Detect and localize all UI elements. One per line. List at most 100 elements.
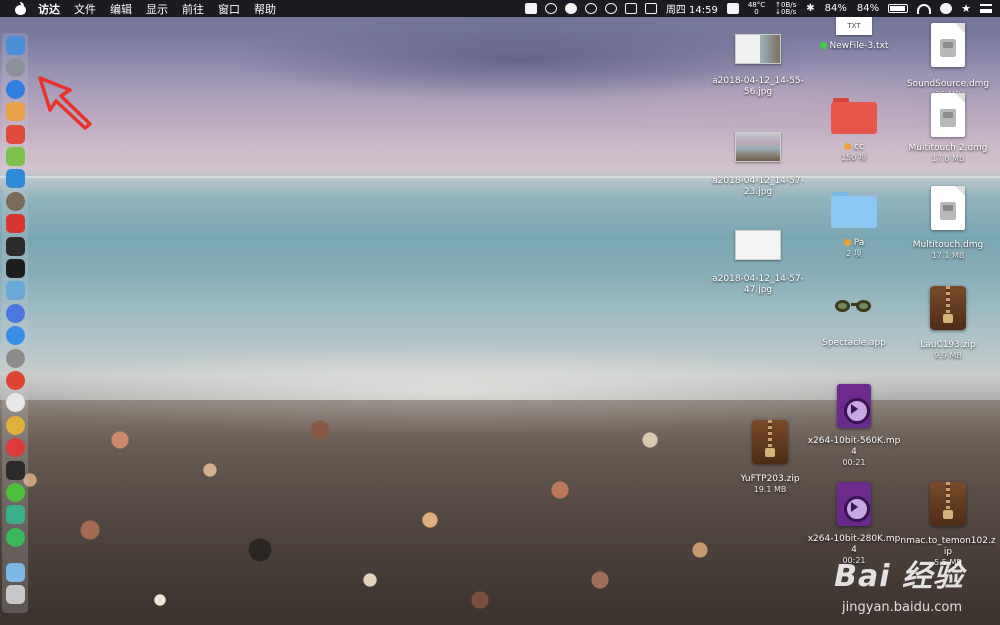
teamviewer-icon[interactable] bbox=[6, 169, 25, 188]
siri-icon[interactable] bbox=[6, 304, 25, 323]
wallpaper-horizon bbox=[0, 176, 1000, 178]
aperture-status-icon[interactable] bbox=[584, 3, 597, 14]
item-count: 2 项 bbox=[846, 249, 862, 258]
contacts-icon[interactable] bbox=[6, 102, 25, 121]
image-thumbnail-icon bbox=[735, 230, 781, 260]
temperature-secondary: 0 bbox=[754, 7, 759, 16]
netease-music-icon[interactable] bbox=[6, 214, 25, 233]
item-size: 17.1 MB bbox=[931, 251, 965, 260]
zip-archive-icon bbox=[752, 420, 788, 464]
desktop-item-screenshot-3[interactable]: a2018-04-12_14-57-47.jpg bbox=[710, 230, 806, 296]
temperature-readout[interactable]: 48°C 0 bbox=[748, 1, 765, 16]
desktop-item-screenshot-1[interactable]: a2018-04-12_14-55-56.jpg bbox=[710, 34, 806, 98]
item-label-wrap: Pa bbox=[806, 238, 902, 249]
chrome-icon[interactable] bbox=[6, 416, 25, 435]
item-label: a2018-04-12_14-57-23.jpg bbox=[712, 176, 804, 197]
item-duration: 00:21 bbox=[842, 458, 866, 467]
zip-archive-icon bbox=[930, 286, 966, 330]
sync-status-icon[interactable] bbox=[604, 3, 617, 14]
green-tag-icon bbox=[819, 42, 827, 49]
menu-view[interactable]: 显示 bbox=[146, 1, 168, 17]
battery-percent-2[interactable]: 84% bbox=[857, 3, 879, 14]
menu-window[interactable]: 窗口 bbox=[218, 1, 240, 17]
desktop-item-folder-cc[interactable]: cc 150 项 bbox=[806, 98, 902, 163]
item-label: x264-10bit-560K.mp4 bbox=[807, 436, 901, 457]
image-thumbnail-icon bbox=[735, 132, 781, 162]
item-label: Multitouch.dmg bbox=[912, 240, 984, 250]
red-arrow-annotation bbox=[38, 76, 92, 130]
disk-image-icon bbox=[931, 186, 965, 230]
desktop-item-screenshot-2[interactable]: a2018-04-12_14-57-23.jpg bbox=[710, 132, 806, 198]
skype-icon[interactable] bbox=[940, 3, 953, 14]
safari-icon[interactable] bbox=[6, 80, 25, 99]
globe-app-icon[interactable] bbox=[6, 192, 25, 211]
menu-file[interactable]: 文件 bbox=[74, 1, 96, 17]
video-file-icon bbox=[837, 384, 871, 428]
desktop-item-lauc[interactable]: LauC193.zip 9.9 MB bbox=[900, 286, 996, 361]
network-speed-readout[interactable]: ↑0B/s ↓0B/s bbox=[775, 1, 796, 16]
orange-tag-icon bbox=[844, 143, 852, 150]
item-label: Pa bbox=[853, 238, 865, 248]
item-size: 9.9 MB bbox=[934, 351, 962, 360]
activity-monitor-icon[interactable] bbox=[6, 237, 25, 256]
terminal-icon[interactable] bbox=[6, 259, 25, 278]
bluetooth-icon[interactable]: ✱ bbox=[806, 3, 814, 14]
grid-status-icon[interactable] bbox=[644, 3, 657, 14]
item-size: 19.1 MB bbox=[753, 485, 787, 494]
desktop-item-newfile[interactable]: TXT NewFile-3.txt bbox=[806, 17, 902, 52]
vivaldi-icon[interactable] bbox=[6, 438, 25, 457]
desktop-item-video-560k[interactable]: x264-10bit-560K.mp4 00:21 bbox=[806, 384, 902, 468]
item-count: 150 项 bbox=[841, 153, 867, 162]
folder-icon bbox=[831, 98, 877, 134]
glasses-icon bbox=[834, 288, 874, 324]
item-label: Spectacle.app bbox=[822, 338, 886, 348]
menu-go[interactable]: 前往 bbox=[182, 1, 204, 17]
orange-tag-icon bbox=[843, 239, 851, 246]
menu-edit[interactable]: 编辑 bbox=[110, 1, 132, 17]
clock[interactable]: 周四 14:59 bbox=[666, 1, 718, 16]
notification-center-icon[interactable] bbox=[980, 4, 992, 13]
status-p-icon[interactable] bbox=[544, 3, 557, 14]
iterm-icon[interactable] bbox=[6, 461, 25, 480]
desktop-item-folder-pa[interactable]: Pa 2 项 bbox=[806, 192, 902, 259]
system-preferences-icon[interactable] bbox=[6, 349, 25, 368]
weibo-icon[interactable] bbox=[6, 371, 25, 390]
android-icon[interactable] bbox=[6, 147, 25, 166]
preview-icon[interactable] bbox=[6, 281, 25, 300]
status-app-icon[interactable] bbox=[524, 3, 537, 14]
item-label: Multitouch 2.dmg bbox=[908, 143, 988, 153]
image-thumbnail-icon bbox=[735, 34, 781, 64]
item-label: LauC193.zip bbox=[920, 340, 976, 350]
item-label: NewFile-3.txt bbox=[829, 41, 889, 51]
item-size: 17.8 MB bbox=[931, 154, 965, 163]
cloud-upload-icon[interactable] bbox=[726, 3, 739, 14]
desktop-item-multitouch[interactable]: Multitouch.dmg 17.1 MB bbox=[900, 186, 996, 261]
desktop-item-spectacle[interactable]: Spectacle.app bbox=[806, 288, 902, 349]
red-app-icon[interactable] bbox=[6, 125, 25, 144]
refresh-app-icon[interactable] bbox=[6, 528, 25, 547]
item-label: a2018-04-12_14-55-56.jpg bbox=[712, 76, 804, 97]
launchpad-icon[interactable] bbox=[6, 58, 25, 77]
wechat-icon[interactable] bbox=[6, 483, 25, 502]
trash-icon[interactable] bbox=[6, 585, 25, 604]
sync-app-icon[interactable] bbox=[6, 505, 25, 524]
menu-finder[interactable]: 访达 bbox=[38, 1, 60, 17]
menu-help[interactable]: 帮助 bbox=[254, 1, 276, 17]
desktop-item-yuftp[interactable]: YuFTP203.zip 19.1 MB bbox=[722, 420, 818, 495]
battery-icon[interactable] bbox=[888, 4, 909, 13]
wechat-status-icon[interactable] bbox=[564, 3, 577, 14]
display-status-icon[interactable] bbox=[624, 3, 637, 14]
yandex-icon[interactable] bbox=[6, 393, 25, 412]
apple-menu-icon[interactable] bbox=[14, 1, 28, 15]
app-store-icon[interactable] bbox=[6, 326, 25, 345]
finder-icon[interactable] bbox=[6, 36, 25, 55]
downloads-folder-icon[interactable] bbox=[6, 563, 25, 582]
battery-percent-1[interactable]: 84% bbox=[825, 3, 847, 14]
wifi-icon[interactable] bbox=[917, 3, 932, 14]
desktop-item-multitouch2[interactable]: Multitouch 2.dmg 17.8 MB bbox=[900, 93, 996, 164]
text-file-icon: TXT bbox=[836, 17, 872, 35]
star-icon[interactable]: ★ bbox=[961, 2, 971, 15]
desktop-item-soundsource[interactable]: SoundSource.dmg 25 MB bbox=[900, 23, 996, 100]
baidu-watermark: Bai 经验 bbox=[834, 559, 964, 594]
item-label: cc bbox=[854, 142, 864, 152]
